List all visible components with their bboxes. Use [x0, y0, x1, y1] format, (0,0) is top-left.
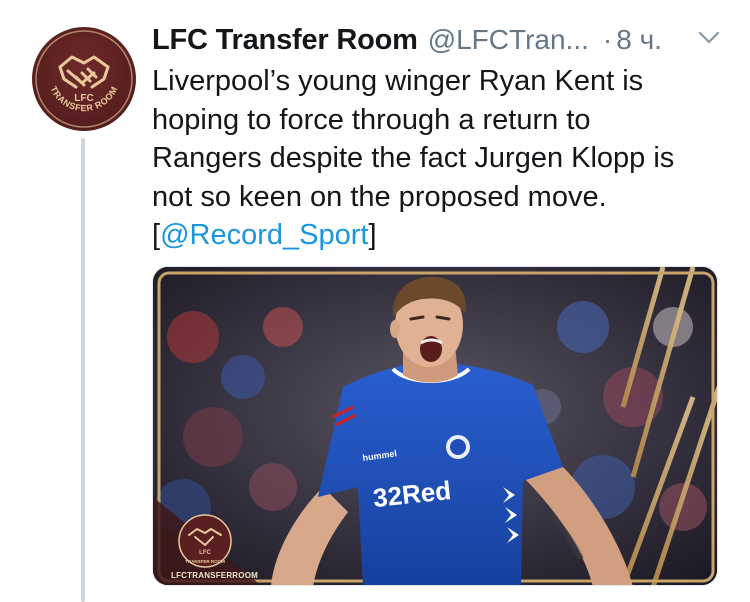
thread-line: [81, 138, 85, 602]
tweet-text-line: hoping to force through a return to: [152, 103, 591, 136]
watermark-logo-bottom: TRANSFER ROOM: [185, 559, 225, 564]
avatar[interactable]: LFC TRANSFER ROOM: [32, 27, 136, 131]
tweet-header: LFC Transfer Room @LFCTran... · 8 ч.: [152, 20, 732, 60]
tweet-text-line: Rangers despite the fact Jurgen Klopp is: [152, 142, 675, 174]
mention-link[interactable]: @Record_Sport: [160, 219, 368, 251]
handshake-icon: LFC TRANSFER ROOM: [178, 514, 232, 568]
tweet-text-line: not so keen on the proposed move.: [152, 180, 607, 213]
tweet-text: Liverpool’s young winger Ryan Kent is ho…: [152, 62, 732, 255]
tweet-text-source-line: [@Record_Sport]: [152, 216, 732, 255]
more-options-chevron-icon[interactable]: [698, 31, 720, 45]
tweet-media-image[interactable]: 32Red hummel LFC TRANSFER ROOM LFCTRANSF…: [152, 266, 718, 586]
open-bracket: [: [152, 219, 161, 251]
timestamp[interactable]: 8 ч.: [616, 24, 662, 56]
separator-dot: ·: [602, 24, 613, 55]
watermark-logo-top: LFC: [199, 550, 211, 556]
display-name[interactable]: LFC Transfer Room: [152, 24, 418, 57]
avatar-text-top: LFC: [74, 93, 93, 104]
handle[interactable]: @LFCTran...: [428, 24, 589, 56]
watermark-text: LFCTRANSFERROOM: [171, 571, 258, 580]
avatar-logo-icon: LFC TRANSFER ROOM: [35, 30, 133, 128]
tweet-text-line: Liverpool’s young winger Ryan Kent is: [152, 65, 644, 97]
close-bracket: ]: [368, 219, 377, 251]
